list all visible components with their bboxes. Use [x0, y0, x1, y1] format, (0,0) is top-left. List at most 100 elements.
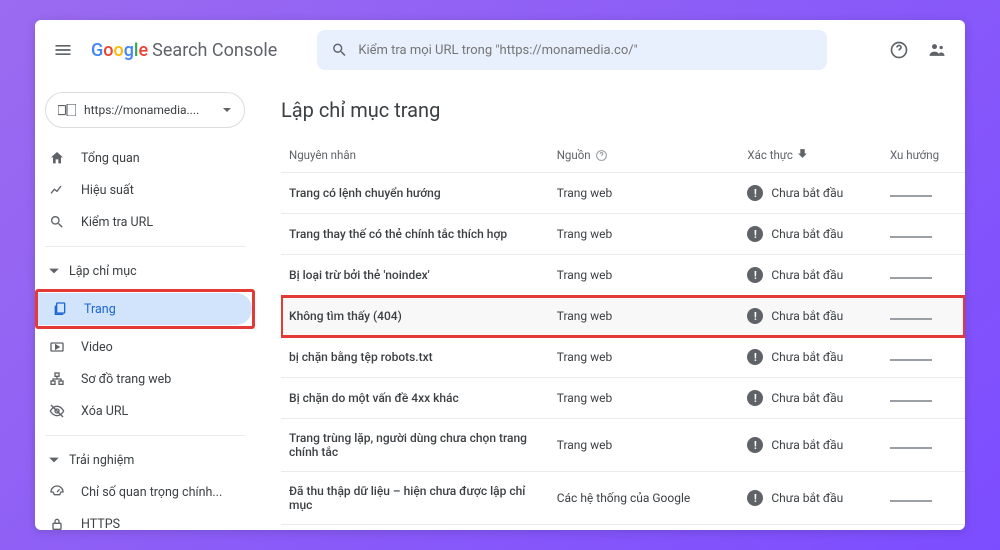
nav-label: Hiệu suất [81, 183, 134, 198]
sidebar-item-https[interactable]: HTTPS [35, 508, 255, 530]
logo: Google Search Console [91, 40, 277, 61]
cell-reason: Không tìm thấy (404) [281, 296, 549, 337]
chevron-down-icon [47, 454, 61, 466]
sidebar: https://monamedia.... Tổng quan Hiệu suấ… [35, 80, 255, 530]
chart-icon [49, 182, 65, 198]
pages-icon [52, 301, 68, 317]
cell-validation: !Chưa bắt đầu [739, 378, 882, 419]
sidebar-item-overview[interactable]: Tổng quan [35, 142, 255, 174]
cell-reason: Trang có lệnh chuyển hướng [281, 173, 549, 214]
sidebar-section-experience[interactable]: Trải nghiệm [45, 444, 245, 476]
domain-icon [58, 104, 76, 116]
cell-validation: !Chưa bắt đầu [739, 525, 882, 530]
sidebar-item-video[interactable]: Video [35, 331, 255, 363]
google-logo-icon: Google [91, 40, 148, 61]
col-validation[interactable]: Xác thực [739, 138, 882, 173]
property-selector[interactable]: https://monamedia.... [45, 92, 245, 128]
section-label: Lập chỉ mục [69, 264, 137, 279]
section-label: Trải nghiệm [69, 453, 134, 468]
sitemap-icon [49, 371, 65, 387]
table-row[interactable]: Không tìm thấy (404)Trang web! Chưa bắt đ… [281, 296, 965, 337]
nav-label: Xóa URL [81, 404, 128, 419]
cell-trend [882, 419, 965, 472]
sidebar-section-indexing[interactable]: Lập chỉ mục [45, 255, 245, 287]
status-dot-icon: ! [747, 349, 763, 365]
gauge-icon [49, 484, 65, 500]
cell-trend [882, 214, 965, 255]
cell-source: Các hệ thống của Google [549, 472, 740, 525]
cell-validation: ! Chưa bắt đầu [739, 296, 882, 337]
trend-sparkline [890, 195, 932, 197]
nav-label: Sơ đồ trang web [81, 372, 171, 387]
cell-validation: !Chưa bắt đầu [739, 214, 882, 255]
trend-sparkline [890, 400, 932, 402]
sidebar-item-pages[interactable]: Trang [38, 293, 252, 325]
body: https://monamedia.... Tổng quan Hiệu suấ… [35, 80, 965, 530]
main-content: Lập chỉ mục trang Nguyên nhân Nguồn Xác … [255, 80, 965, 530]
sidebar-item-sitemaps[interactable]: Sơ đồ trang web [35, 363, 255, 395]
cell-source: Trang web [549, 214, 740, 255]
sidebar-item-removals[interactable]: Xóa URL [35, 395, 255, 427]
account-button[interactable] [925, 38, 949, 62]
chevron-down-icon [47, 265, 61, 277]
page-title: Lập chỉ mục trang [281, 98, 965, 122]
sidebar-item-url-inspect[interactable]: Kiểm tra URL [35, 206, 255, 238]
people-icon [927, 40, 947, 60]
cell-validation: ! Chưa bắt đầu [739, 419, 882, 472]
table-row[interactable]: Đã phát hiện thấy – hiện chưa được lập c… [281, 525, 965, 530]
table-row[interactable]: Trang thay thế có thẻ chính tắc thích hợ… [281, 214, 965, 255]
cell-source: Trang web [549, 255, 740, 296]
property-domain: https://monamedia.... [84, 103, 214, 117]
status-dot-icon: ! [747, 390, 763, 406]
cell-trend [882, 296, 965, 337]
table-header-row: Nguyên nhân Nguồn Xác thực Xu hướng [281, 138, 965, 173]
trend-sparkline [890, 236, 932, 238]
col-trend[interactable]: Xu hướng [882, 138, 965, 173]
eye-off-icon [49, 403, 65, 419]
table-row[interactable]: bị chặn bằng tệp robots.txtTrang web!Chư… [281, 337, 965, 378]
home-icon [49, 150, 65, 166]
cell-reason: Đã thu thập dữ liệu – hiện chưa được lập… [281, 472, 549, 525]
video-icon [49, 339, 65, 355]
issues-table: Nguyên nhân Nguồn Xác thực Xu hướng Tran… [281, 138, 965, 530]
cell-validation: !Chưa bắt đầu [739, 173, 882, 214]
table-row[interactable]: Bị chặn do một vấn đề 4xx khácTrang web!… [281, 378, 965, 419]
col-source[interactable]: Nguồn [549, 138, 740, 173]
search-input[interactable] [358, 43, 813, 58]
help-button[interactable] [887, 38, 911, 62]
cell-reason: Bị loại trừ bởi thẻ 'noindex' [281, 255, 549, 296]
url-inspect-search[interactable] [317, 30, 827, 70]
cell-trend [882, 255, 965, 296]
nav-label: Kiểm tra URL [81, 215, 153, 230]
table-row[interactable]: Trang trùng lặp, người dùng chưa chọn tr… [281, 419, 965, 472]
status-label: Chưa bắt đầu [771, 438, 843, 452]
cell-source: Trang web [549, 419, 740, 472]
cell-validation: ! Chưa bắt đầu [739, 337, 882, 378]
divider [45, 246, 245, 247]
highlight-pages: Trang [35, 289, 255, 329]
menu-button[interactable] [51, 38, 75, 62]
cell-source: Trang web [549, 296, 740, 337]
status-dot-icon: ! [747, 308, 763, 324]
arrow-down-icon [797, 148, 808, 159]
table-row[interactable]: Trang có lệnh chuyển hướngTrang web!Chưa… [281, 173, 965, 214]
table-row[interactable]: Đã thu thập dữ liệu – hiện chưa được lập… [281, 472, 965, 525]
sidebar-item-cwv[interactable]: Chỉ số quan trọng chính... [35, 476, 255, 508]
status-dot-icon: ! [747, 267, 763, 283]
col-reason[interactable]: Nguyên nhân [281, 138, 549, 173]
cell-validation: !Chưa bắt đầu [739, 472, 882, 525]
table-row[interactable]: Bị loại trừ bởi thẻ 'noindex'Trang web!C… [281, 255, 965, 296]
help-icon [595, 149, 608, 162]
status-label: Chưa bắt đầu [771, 309, 843, 323]
status-label: Chưa bắt đầu [771, 350, 843, 364]
status-dot-icon: ! [747, 437, 763, 453]
topbar: Google Search Console [35, 20, 965, 80]
cell-reason: bị chặn bằng tệp robots.txt [281, 337, 549, 378]
sidebar-item-performance[interactable]: Hiệu suất [35, 174, 255, 206]
cell-source: Trang web [549, 378, 740, 419]
trend-sparkline [890, 277, 932, 279]
cell-trend [882, 173, 965, 214]
cell-reason: Bị chặn do một vấn đề 4xx khác [281, 378, 549, 419]
status-dot-icon: ! [747, 490, 763, 506]
cell-source: Các hệ thống của Google [549, 525, 740, 530]
